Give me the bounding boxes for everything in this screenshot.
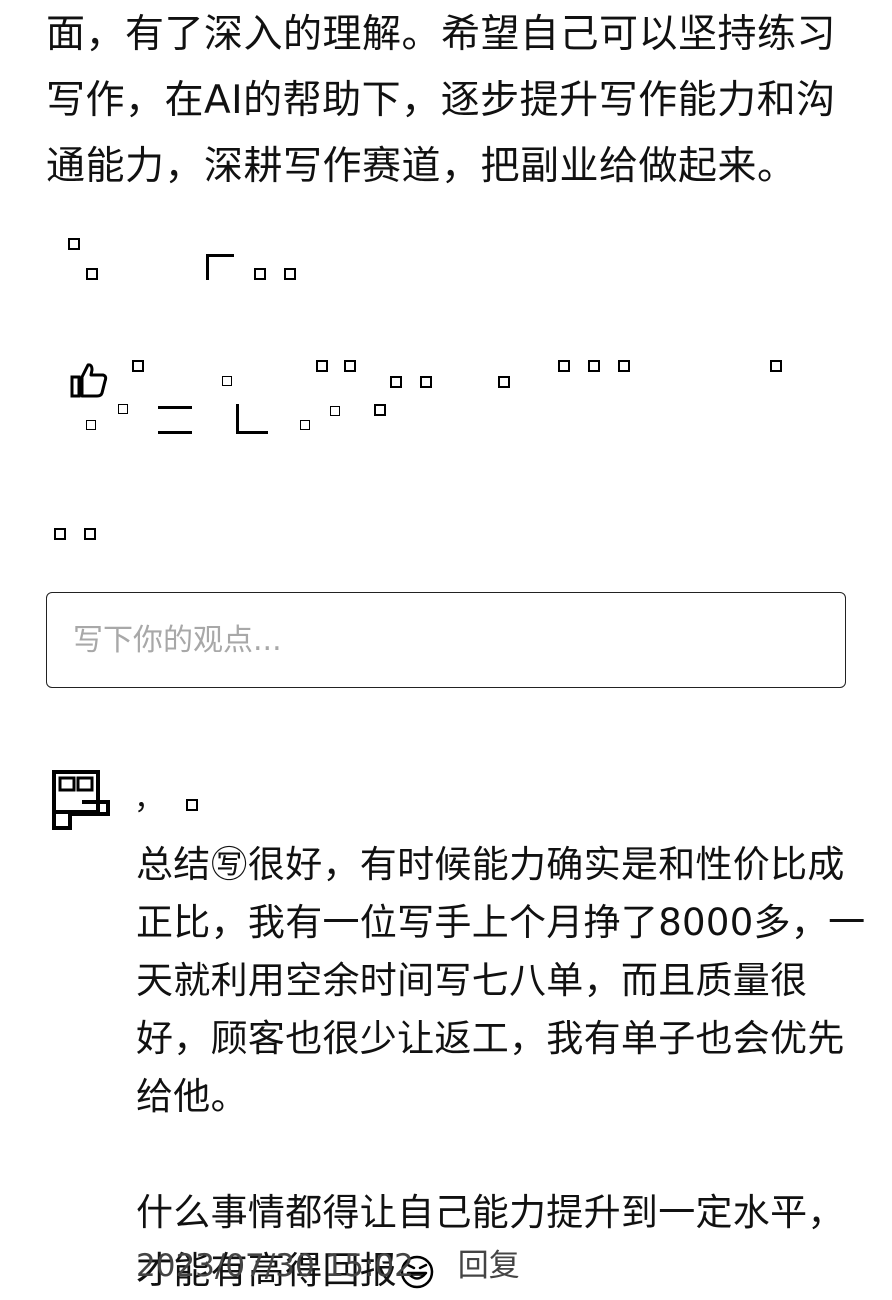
comment-line: 好，顾客也很少让返工，我有单子也会优先 (136, 1017, 845, 1060)
avatar[interactable] (52, 770, 114, 832)
article-line: 面，有了深入的理解。希望自己可以坚持练习 (46, 12, 837, 57)
reply-button[interactable]: 回复 (458, 1248, 520, 1284)
missing-glyph (254, 268, 266, 280)
missing-glyph (558, 360, 570, 372)
missing-glyph (284, 268, 296, 280)
comment-line: 给他。 (136, 1075, 248, 1118)
missing-glyph (206, 254, 234, 280)
missing-glyph (54, 528, 66, 540)
article-line: 写作，在AI的帮助下，逐步提升写作能力和沟 (46, 78, 836, 123)
missing-glyph (118, 404, 128, 414)
comment-line: 天就利用空余时间写七八单，而且质量很 (136, 959, 808, 1002)
missing-glyph (420, 376, 432, 388)
comment-line: 总结㊢很好，有时候能力确实是和性价比成 (136, 843, 845, 886)
comment-timestamp: 2023/07/30 15:02 (136, 1248, 414, 1284)
article-body: 面，有了深入的理解。希望自己可以坚持练习 写作，在AI的帮助下，逐步提升写作能力… (46, 2, 846, 200)
thumbs-up-icon[interactable] (70, 362, 108, 398)
missing-glyph (588, 360, 600, 372)
missing-glyph (222, 376, 232, 386)
missing-glyph (132, 360, 144, 372)
comment-input[interactable] (46, 592, 846, 688)
missing-glyph (236, 404, 268, 434)
missing-glyph (618, 360, 630, 372)
missing-glyph (300, 420, 310, 430)
name-separator: ， (134, 782, 164, 817)
commenter-name[interactable]: ， (134, 780, 198, 820)
comment-text: 总结㊢很好，有时候能力确实是和性价比成 正比，我有一位写手上个月挣了8000多，… (136, 836, 866, 1300)
comment-line: 正比，我有一位写手上个月挣了8000多，一 (136, 901, 866, 944)
missing-glyph (158, 406, 192, 434)
missing-glyph (374, 404, 386, 416)
comment-line: 什么事情都得让自己能力提升到一定水平， (136, 1191, 845, 1234)
missing-glyph (84, 528, 96, 540)
missing-glyph (316, 360, 328, 372)
missing-glyph (68, 238, 80, 250)
missing-glyph (185, 799, 198, 811)
missing-glyph (330, 406, 340, 416)
missing-glyph (344, 360, 356, 372)
missing-glyph (86, 420, 96, 430)
article-line: 通能力，深耕写作赛道，把副业给做起来。 (46, 144, 797, 189)
missing-glyph (86, 268, 98, 280)
missing-glyph (770, 360, 782, 372)
comment-footer: 2023/07/30 15:02 回复 (136, 1246, 520, 1286)
missing-glyph (498, 376, 510, 388)
missing-glyph (390, 376, 402, 388)
